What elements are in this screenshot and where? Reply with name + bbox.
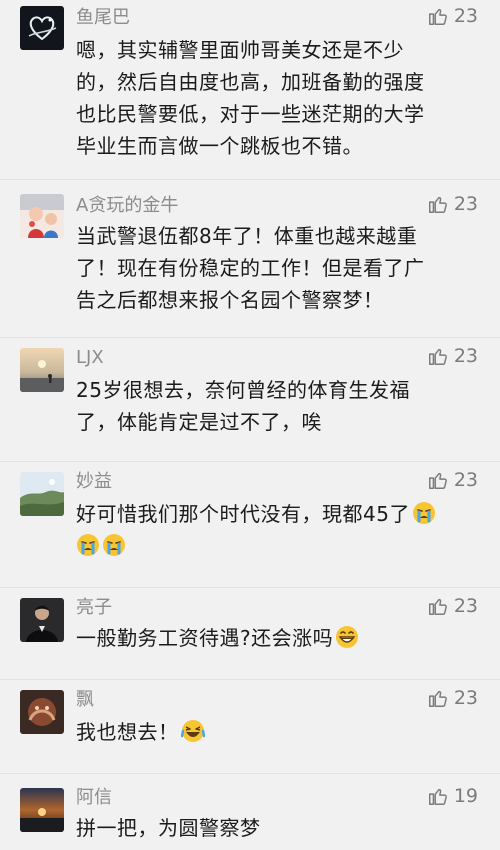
comment-author[interactable]: 亮子 (76, 596, 112, 620)
comment-item: 阿信 19 拼一把，为圆警察梦 (0, 774, 500, 850)
comment-author[interactable]: 鱼尾巴 (76, 6, 130, 30)
comment-text: 嗯，其实辅警里面帅哥美女还是不少 的，然后自由度也高，加班备勤的强度 也比民警要… (76, 34, 476, 162)
comment-line: 的，然后自由度也高，加班备勤的强度 (76, 70, 425, 94)
laughing-tears-emoji (180, 719, 205, 743)
crying-face-emoji (102, 533, 126, 557)
comment-line: 了，体能肯定是过不了，唉 (76, 410, 322, 434)
comment-line: 了！现在有份稳定的工作！但是看了广 (76, 256, 425, 280)
avatar[interactable] (20, 6, 64, 50)
like-button[interactable]: 23 (427, 4, 478, 28)
comment-line: 拼一把，为圆警察梦 (76, 816, 261, 840)
comment-author[interactable]: LJX (76, 346, 104, 370)
avatar[interactable] (20, 788, 64, 832)
comment-list: 鱼尾巴 23 嗯，其实辅警里面帅哥美女还是不少 的，然后自由度也高，加班备勤的强… (0, 0, 500, 850)
comment-line: 当武警退伍都8年了！体重也越来越重 (76, 224, 418, 248)
thumbs-up-icon (427, 193, 449, 215)
comment-line: 一般勤务工资待遇?还会涨吗 (76, 626, 334, 650)
like-button[interactable]: 23 (427, 192, 478, 216)
comment-text: 我也想去！ (76, 716, 476, 748)
avatar[interactable] (20, 194, 64, 238)
like-count: 19 (453, 785, 478, 807)
comment-line: 25岁很想去，奈何曾经的体育生发福 (76, 378, 410, 402)
comment-text: 拼一把，为圆警察梦 (76, 812, 476, 844)
like-count: 23 (453, 5, 478, 27)
like-button[interactable]: 23 (427, 594, 478, 618)
crying-face-emoji (76, 533, 100, 557)
comment-line: 告之后都想来报个名园个警察梦！ (76, 288, 384, 312)
comment-item: 飘 23 我也想去！ (0, 680, 500, 774)
like-button[interactable]: 23 (427, 344, 478, 368)
thumbs-up-icon (427, 785, 449, 807)
comment-item: 亮子 23 一般勤务工资待遇?还会涨吗 (0, 588, 500, 680)
like-count: 23 (453, 595, 478, 617)
comment-line: 嗯，其实辅警里面帅哥美女还是不少 (76, 38, 404, 62)
comment-text: 25岁很想去，奈何曾经的体育生发福 了，体能肯定是过不了，唉 (76, 374, 476, 438)
thumbs-up-icon (427, 595, 449, 617)
like-count: 23 (453, 345, 478, 367)
comment-text: 好可惜我们那个时代没有，現都45了 (76, 498, 476, 562)
comment-line: 也比民警要低，对于一些迷茫期的大学 (76, 102, 425, 126)
like-count: 23 (453, 469, 478, 491)
comment-line: 我也想去！ (76, 720, 179, 744)
avatar[interactable] (20, 690, 64, 734)
comment-text: 当武警退伍都8年了！体重也越来越重 了！现在有份稳定的工作！但是看了广 告之后都… (76, 220, 476, 316)
like-count: 23 (453, 687, 478, 709)
comment-item: 鱼尾巴 23 嗯，其实辅警里面帅哥美女还是不少 的，然后自由度也高，加班备勤的强… (0, 0, 500, 180)
comment-item: A贪玩的金牛 23 当武警退伍都8年了！体重也越来越重 了！现在有份稳定的工作！… (0, 180, 500, 338)
comment-author[interactable]: 妙益 (76, 470, 112, 494)
crying-face-emoji (412, 501, 436, 525)
avatar[interactable] (20, 348, 64, 392)
like-count: 23 (453, 193, 478, 215)
comment-author[interactable]: 飘 (76, 688, 94, 712)
comment-line: 毕业生而言做一个跳板也不错。 (76, 134, 363, 158)
comment-line: 好可惜我们那个时代没有，現都45了 (76, 502, 410, 526)
like-button[interactable]: 19 (427, 784, 478, 808)
comment-text: 一般勤务工资待遇?还会涨吗 (76, 622, 476, 654)
avatar[interactable] (20, 598, 64, 642)
avatar[interactable] (20, 472, 64, 516)
grinning-face-emoji (335, 625, 359, 649)
comment-author[interactable]: A贪玩的金牛 (76, 194, 178, 218)
thumbs-up-icon (427, 5, 449, 27)
comment-author[interactable]: 阿信 (76, 786, 112, 810)
thumbs-up-icon (427, 345, 449, 367)
like-button[interactable]: 23 (427, 686, 478, 710)
comment-item: LJX 23 25岁很想去，奈何曾经的体育生发福 了，体能肯定是过不了，唉 (0, 338, 500, 462)
like-button[interactable]: 23 (427, 468, 478, 492)
comment-item: 妙益 23 好可惜我们那个时代没有，現都45了 (0, 462, 500, 588)
thumbs-up-icon (427, 469, 449, 491)
thumbs-up-icon (427, 687, 449, 709)
